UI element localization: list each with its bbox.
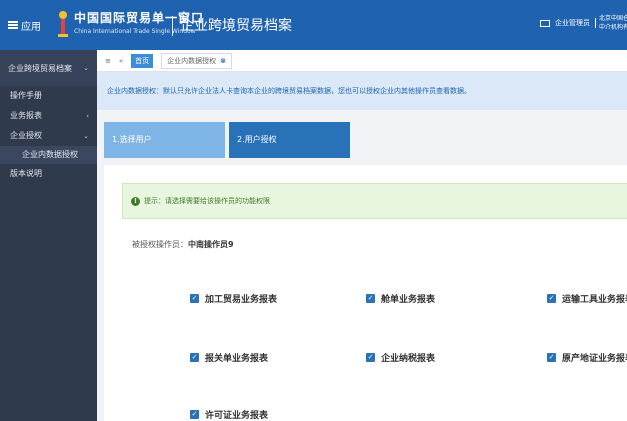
checkbox-checked-icon[interactable]: ✓ [366,294,375,303]
report-checkbox-processing-trade[interactable]: ✓ 加工贸易业务报表 [190,292,277,305]
nav-toggle-icon[interactable]: ≡ [105,57,111,65]
checkbox-checked-icon[interactable]: ✓ [190,353,199,362]
info-notice: 企业内数据授权：默认只允许企业法人卡查询本企业的跨境贸易档案数据，您也可以授权企… [97,72,627,110]
sidebar-item-version[interactable]: 版本说明 [0,164,97,184]
app-menu-button[interactable]: 应用 [8,16,41,34]
operator-label: 被授权操作员： [132,240,188,249]
close-icon[interactable]: ⊗ [220,57,226,65]
app-menu-label: 应用 [21,21,41,33]
org-line-1: 北京中国仓储 [599,15,627,22]
sidebar-item-authorization[interactable]: 企业授权 ⌄ [0,126,97,146]
tip-banner: ! 提示：请选择需要给该操作员的功能权限 [122,183,627,219]
sidebar-title[interactable]: 企业跨境贸易档案 ⌄ [0,50,97,86]
sidebar-title-label: 企业跨境贸易档案 [8,63,72,73]
report-label: 原产地证业务报表 [562,354,627,364]
tab-home[interactable]: 首页 [131,53,154,68]
tab-bar: ≡ « 首页 企业内数据授权 ⊗ [97,50,627,72]
top-header: 应用 中国国际贸易单一窗口 China International Trade … [0,0,627,50]
report-checkbox-manifest[interactable]: ✓ 舱单业务报表 [366,292,435,305]
user-label[interactable]: 企业管理员 [555,18,590,28]
hamburger-icon [8,21,18,29]
checkbox-checked-icon[interactable]: ✓ [190,410,199,419]
report-checkbox-transport[interactable]: ✓ 运输工具业务报表 [547,292,627,305]
chevron-left-icon: ‹ [86,112,89,120]
checkbox-checked-icon[interactable]: ✓ [366,353,375,362]
chevron-down-icon: ⌄ [83,132,89,140]
step-user-authorization[interactable]: 2.用户授权 [229,122,350,158]
org-line-2: 中介机构有限公司 [599,24,627,31]
report-label: 运输工具业务报表 [562,295,627,305]
report-label: 加工贸易业务报表 [205,295,278,305]
sidebar-item-label: 企业授权 [10,131,42,140]
sidebar-item-manual[interactable]: 操作手册 [0,86,97,106]
checkbox-checked-icon[interactable]: ✓ [547,294,556,303]
step-select-user[interactable]: 1.选择用户 [104,122,225,158]
single-window-logo-icon [58,11,68,37]
mail-icon[interactable] [540,19,550,27]
sidebar-subitem-data-authorization[interactable]: 企业内数据授权 [0,146,97,164]
sidebar-item-label: 版本说明 [10,169,42,178]
report-checkbox-license[interactable]: ✓ 许可证业务报表 [190,408,268,421]
report-label: 企业纳税报表 [381,354,436,364]
sidebar-item-label: 业务报表 [10,111,42,120]
operator-name: 中南操作员9 [188,240,234,249]
checkbox-checked-icon[interactable]: ✓ [190,294,199,303]
step-indicator: 1.选择用户 2.用户授权 [104,122,350,158]
report-checkbox-tax[interactable]: ✓ 企业纳税报表 [366,351,435,364]
sidebar: 企业跨境贸易档案 ⌄ 操作手册 业务报表 ‹ 企业授权 ⌄ 企业内数据授权 版本… [0,50,97,421]
nav-prev-icon[interactable]: « [119,57,123,65]
report-label: 舱单业务报表 [381,295,436,305]
org-info: 北京中国仓储 中介机构有限公司 [599,14,627,32]
info-icon: ! [131,196,140,206]
report-checkbox-origin-certificate[interactable]: ✓ 原产地证业务报表 [547,351,627,364]
chevron-down-icon: ⌄ [83,64,89,72]
user-area[interactable]: 企业管理员 [540,18,596,28]
tip-text: 提示：请选择需要给该操作员的功能权限 [144,197,270,205]
sidebar-item-reports[interactable]: 业务报表 ‹ [0,106,97,126]
report-label: 报关单业务报表 [205,354,269,364]
tab-data-authorization[interactable]: 企业内数据授权 ⊗ [161,52,233,69]
header-divider [172,16,173,36]
sidebar-item-label: 操作手册 [10,91,42,100]
report-checkbox-customs-declaration[interactable]: ✓ 报关单业务报表 [190,351,268,364]
authorized-operator: 被授权操作员：中南操作员9 [132,239,234,250]
system-title: 企业跨境贸易档案 [180,18,292,34]
checkbox-checked-icon[interactable]: ✓ [547,353,556,362]
report-label: 许可证业务报表 [205,411,269,421]
tab-label: 企业内数据授权 [167,56,217,65]
user-separator [595,18,596,28]
authorization-panel: ! 提示：请选择需要给该操作员的功能权限 被授权操作员：中南操作员9 ✓ 加工贸… [104,165,627,421]
